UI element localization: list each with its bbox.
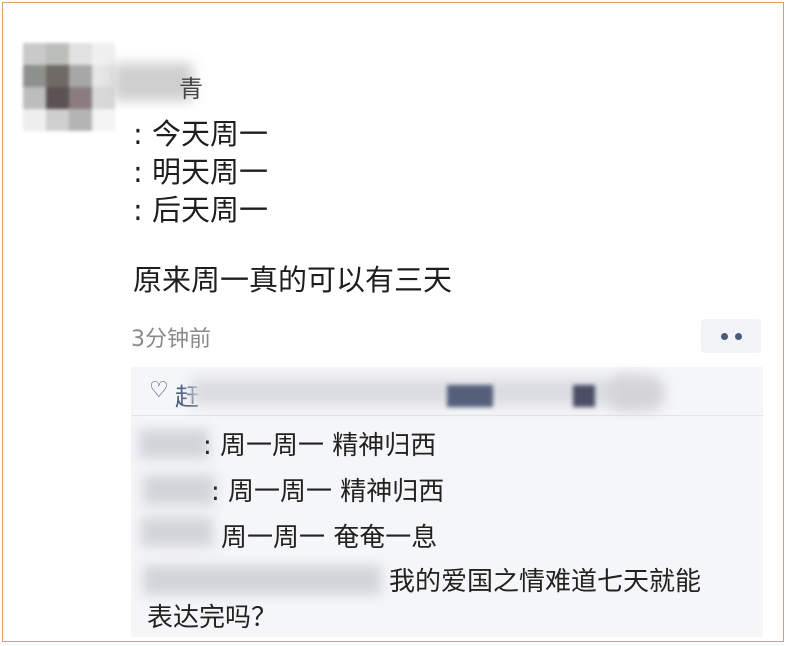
likes-name-blur-end xyxy=(609,375,665,411)
comment-4-cont: 表达完吗？ xyxy=(147,603,278,633)
post-body: 原来周一真的可以有三天 xyxy=(133,263,453,297)
likes-name-blur-dark xyxy=(447,385,493,407)
username-visible-char: 青 xyxy=(179,75,203,103)
comment-author-1[interactable] xyxy=(139,429,209,459)
comment-1: : 周一周一 精神归西 xyxy=(203,431,437,461)
comment-author-2[interactable] xyxy=(143,475,215,505)
more-button[interactable] xyxy=(701,319,761,353)
likes-name-blur-dark2 xyxy=(573,385,595,407)
post-line-3: : 后天周一 xyxy=(133,193,268,227)
post-line-1: : 今天周一 xyxy=(133,117,268,151)
comment-2: : 周一周一 精神归西 xyxy=(211,477,445,507)
likes-row: ♡ 赶 xyxy=(131,367,763,416)
comment-section: ♡ 赶 : 周一周一 精神归西 : 周一周一 精神归西 周一周一 奄奄一息 我的… xyxy=(131,367,763,637)
more-icon xyxy=(720,332,728,340)
likes-names-blurred[interactable] xyxy=(191,379,631,405)
comment-3: 周一周一 奄奄一息 xyxy=(221,523,438,553)
post-timestamp: 3分钟前 xyxy=(131,327,211,352)
comment-author-4[interactable] xyxy=(143,565,381,595)
avatar[interactable] xyxy=(23,43,115,131)
post-line-2: : 明天周一 xyxy=(133,155,268,189)
comment-author-3[interactable] xyxy=(141,517,213,547)
heart-icon[interactable]: ♡ xyxy=(149,378,169,403)
post-card: 青 : 今天周一 : 明天周一 : 后天周一 原来周一真的可以有三天 3分钟前 … xyxy=(2,2,784,642)
comment-4: 我的爱国之情难道七天就能 xyxy=(389,567,702,597)
